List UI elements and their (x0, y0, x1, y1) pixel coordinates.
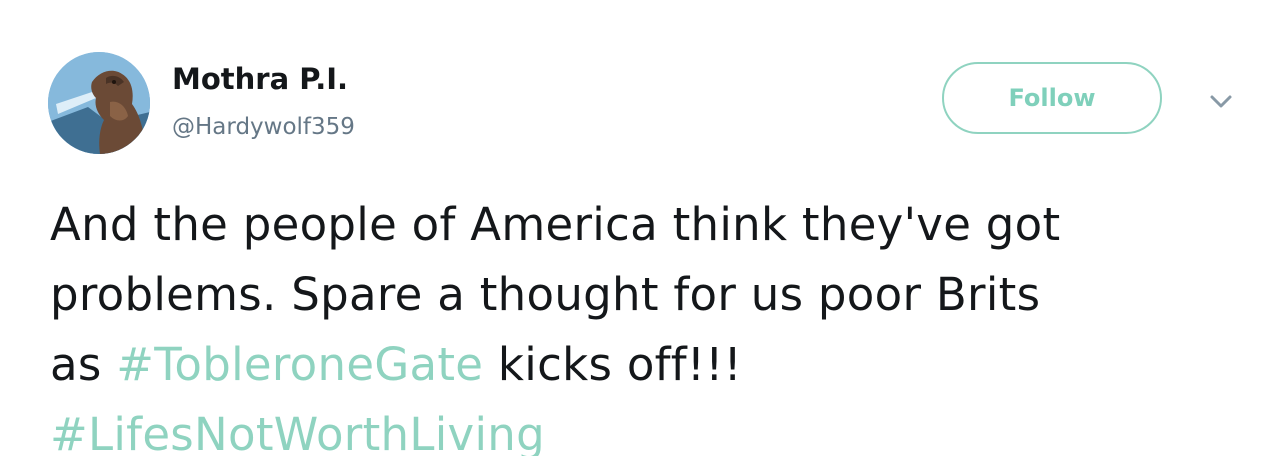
godzilla-avatar-icon (48, 52, 150, 154)
author-handle[interactable]: @Hardywolf359 (172, 114, 355, 140)
tweet-line-2: problems. Spare a thought for us poor Br… (50, 268, 1041, 321)
hashtag-lifes-not-worth-living[interactable]: #LifesNotWorthLiving (50, 408, 545, 456)
tweet-card: Mothra P.I. @Hardywolf359 Follow And the… (0, 0, 1280, 456)
tweet-body: And the people of America think they've … (50, 190, 1250, 456)
chevron-down-icon[interactable] (1208, 92, 1234, 112)
author-display-name[interactable]: Mothra P.I. (172, 62, 348, 96)
tweet-line-1: And the people of America think they've … (50, 198, 1061, 251)
follow-button[interactable]: Follow (942, 62, 1162, 134)
tweet-line-4: #LifesNotWorthLiving (50, 400, 1250, 456)
tweet-line-3-prefix: as (50, 338, 117, 391)
tweet-line-3: as #TobleroneGate kicks off!!! (50, 330, 1250, 400)
tweet-line-3-suffix: kicks off!!! (483, 338, 742, 391)
hashtag-toblerone-gate[interactable]: #TobleroneGate (116, 338, 483, 391)
author-avatar[interactable] (48, 52, 150, 154)
